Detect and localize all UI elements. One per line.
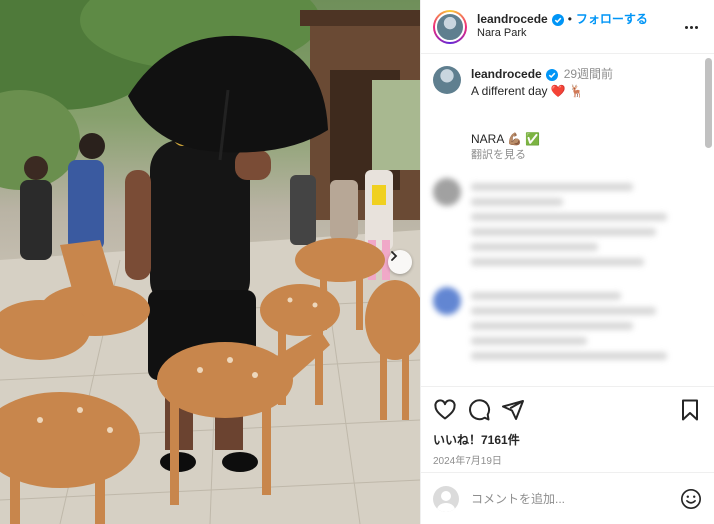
user-avatar — [433, 485, 459, 512]
likes-count[interactable]: いいね！7161件 — [433, 431, 702, 448]
bookmark-icon[interactable] — [678, 398, 702, 422]
comments-section[interactable]: leandrocede 29週間前 A different day ❤️ 🦌 N… — [421, 54, 714, 384]
follow-button[interactable]: フォローする — [576, 12, 648, 27]
nara-park-photo — [0, 0, 420, 524]
post-header: leandrocede • フォローする Nara Park — [421, 0, 714, 54]
caption-text-line2: NARA 💪🏽 ✅ — [471, 131, 541, 146]
comment-item — [421, 273, 714, 367]
translate-link[interactable]: 翻訳を見る — [471, 148, 613, 164]
avatar[interactable] — [433, 9, 467, 44]
comments-scrollbar[interactable] — [705, 58, 712, 148]
caption-text-line1: A different day ❤️ 🦌 — [471, 84, 585, 99]
heart-icon[interactable] — [433, 398, 457, 422]
comment-item — [421, 164, 714, 273]
comment-icon[interactable] — [467, 398, 491, 422]
location-link[interactable]: Nara Park — [477, 27, 648, 41]
add-comment-bar — [421, 472, 714, 524]
more-options-icon[interactable] — [682, 18, 700, 36]
caption: leandrocede 29週間前 A different day ❤️ 🦌 N… — [421, 54, 714, 164]
post-side-panel: leandrocede • フォローする Nara Park leandroce… — [420, 0, 714, 524]
chevron-right-icon — [391, 251, 398, 261]
post-date[interactable]: 2024年7月19日 — [433, 452, 702, 467]
share-icon[interactable] — [501, 398, 525, 422]
caption-avatar[interactable] — [433, 66, 461, 94]
caption-username[interactable]: leandrocede — [471, 66, 542, 83]
comment-input[interactable] — [471, 491, 680, 506]
verified-badge-icon — [551, 13, 564, 26]
caption-time[interactable]: 29週間前 — [564, 66, 613, 83]
separator-dot: • — [567, 12, 572, 27]
verified-badge-icon — [545, 68, 558, 81]
post-photo[interactable] — [0, 0, 420, 524]
emoji-icon[interactable] — [680, 488, 702, 510]
carousel-next-button[interactable] — [388, 250, 412, 274]
post-actions: いいね！7161件 2024年7月19日 — [421, 386, 714, 467]
username-link[interactable]: leandrocede — [477, 12, 548, 27]
